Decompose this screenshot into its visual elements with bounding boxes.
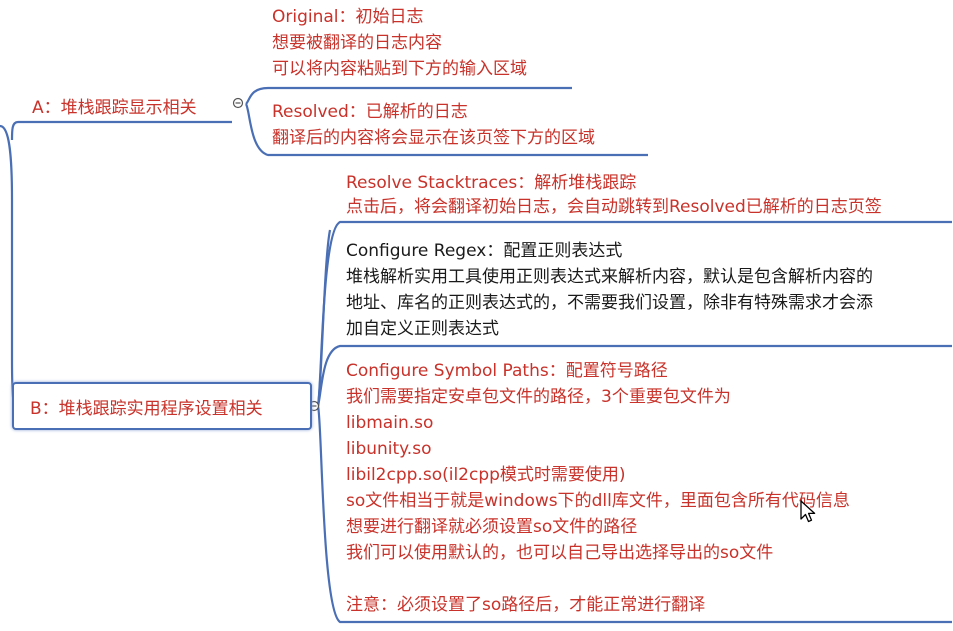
resolved-desc: 翻译后的内容将会显示在该页签下方的区域 <box>272 128 595 148</box>
mouse-cursor-icon <box>800 500 816 523</box>
resolve-stacktraces-desc: 点击后，将会翻译初始日志，会自动跳转到Resolved已解析的日志页签 <box>346 197 882 217</box>
symbol-paths-line-7: 我们可以使用默认的，也可以自己导出选择导出的so文件 <box>346 543 774 563</box>
resolve-stacktraces-title: Resolve Stacktraces：解析堆栈跟踪 <box>346 173 637 193</box>
branch-a-label[interactable]: A：堆栈跟踪显示相关 <box>32 93 197 118</box>
symbol-paths-line-6: 想要进行翻译就必须设置so文件的路径 <box>346 517 638 537</box>
symbol-paths-line-3: libunity.so <box>346 439 432 459</box>
original-title: Original：初始日志 <box>272 7 424 27</box>
branch-b-node[interactable]: B：堆栈跟踪实用程序设置相关 <box>12 382 312 430</box>
symbol-paths-note: 注意：必须设置了so路径后，才能正常进行翻译 <box>346 595 706 615</box>
symbol-paths-line-4: libil2cpp.so(il2cpp模式时需要使用) <box>346 465 626 485</box>
symbol-paths-line-1: 我们需要指定安卓包文件的路径，3个重要包文件为 <box>346 387 731 407</box>
configure-regex-desc-3: 加自定义正则表达式 <box>346 319 499 339</box>
resolved-title: Resolved：已解析的日志 <box>272 102 468 122</box>
symbol-paths-line-5: so文件相当于就是windows下的dll库文件，里面包含所有代码信息 <box>346 491 850 511</box>
configure-regex-desc-2: 地址、库名的正则表达式的，不需要我们设置，除非有特殊需求才会添 <box>346 293 873 313</box>
configure-regex-title: Configure Regex：配置正则表达式 <box>346 241 623 261</box>
symbol-paths-line-2: libmain.so <box>346 413 434 433</box>
branch-b-label: B：堆栈跟踪实用程序设置相关 <box>30 399 263 419</box>
original-desc-1: 想要被翻译的日志内容 <box>272 33 442 53</box>
configure-regex-desc-1: 堆栈解析实用工具使用正则表达式来解析内容，默认是包含解析内容的 <box>346 267 873 287</box>
original-desc-2: 可以将内容粘贴到下方的输入区域 <box>272 59 527 79</box>
symbol-paths-title: Configure Symbol Paths：配置符号路径 <box>346 361 668 381</box>
